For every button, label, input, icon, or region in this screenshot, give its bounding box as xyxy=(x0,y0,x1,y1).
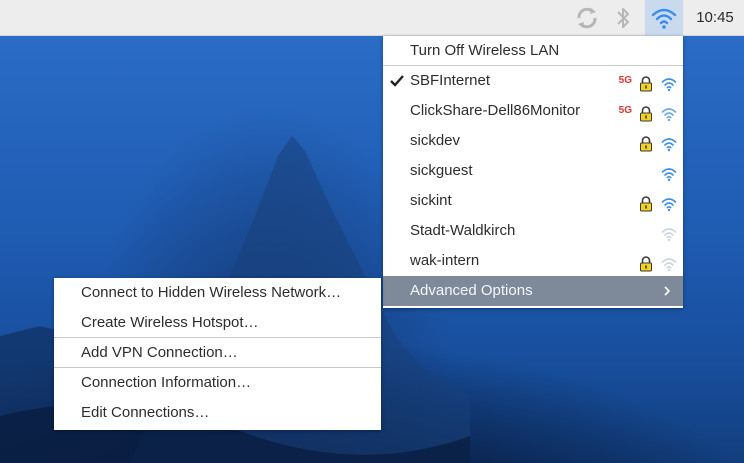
wifi-signal-icon xyxy=(661,103,677,122)
wifi-menu: Turn Off Wireless LAN SBFInternet 5G Click… xyxy=(383,36,683,308)
network-ssid: sickdev xyxy=(410,132,461,149)
lock-icon xyxy=(639,73,653,92)
menu-item-label: Connect to Hidden Wireless Network… xyxy=(81,284,342,301)
lock-icon xyxy=(639,193,653,212)
advanced-options-item[interactable]: Advanced Options xyxy=(383,276,683,306)
network-item[interactable]: SBFInternet 5G xyxy=(383,66,683,96)
network-item[interactable]: Stadt-Waldkirch xyxy=(383,216,683,246)
network-ssid: sickint xyxy=(410,192,452,209)
connect-hidden-network-item[interactable]: Connect to Hidden Wireless Network… xyxy=(54,278,381,308)
clock[interactable]: 10:45 xyxy=(686,0,744,36)
network-ssid: Stadt-Waldkirch xyxy=(410,222,516,239)
checkmark-icon xyxy=(389,66,405,96)
bluetooth-icon[interactable] xyxy=(608,0,638,36)
network-item[interactable]: wak-intern xyxy=(383,246,683,276)
wifi-signal-icon xyxy=(661,73,677,92)
menu-item-label: Connection Information… xyxy=(81,374,252,391)
wifi-signal-icon xyxy=(661,223,677,242)
create-hotspot-item[interactable]: Create Wireless Hotspot… xyxy=(54,308,381,338)
band-5g-badge: 5G xyxy=(618,105,632,116)
menu-item-label: Create Wireless Hotspot… xyxy=(81,314,259,331)
network-ssid: sickguest xyxy=(410,162,473,179)
wifi-signal-icon xyxy=(661,133,677,152)
advanced-options-submenu: Connect to Hidden Wireless Network… Crea… xyxy=(54,278,381,430)
network-item[interactable]: ClickShare-Dell86Monitor 5G xyxy=(383,96,683,126)
menu-item-label: Edit Connections… xyxy=(81,404,210,421)
turn-off-wlan-label: Turn Off Wireless LAN xyxy=(410,42,560,59)
network-ssid: SBFInternet xyxy=(410,72,491,89)
wifi-signal-icon xyxy=(661,193,677,212)
network-list: SBFInternet 5G ClickShare-Dell86Monitor 5G s… xyxy=(383,66,683,276)
network-item[interactable]: sickguest xyxy=(383,156,683,186)
wifi-icon[interactable] xyxy=(645,0,683,36)
top-panel: 10:45 xyxy=(0,0,744,36)
network-item[interactable]: sickint xyxy=(383,186,683,216)
add-vpn-connection-item[interactable]: Add VPN Connection… xyxy=(54,338,381,368)
sync-icon[interactable] xyxy=(568,0,606,36)
advanced-options-label: Advanced Options xyxy=(410,282,533,299)
network-item[interactable]: sickdev xyxy=(383,126,683,156)
lock-icon xyxy=(639,253,653,272)
network-ssid: ClickShare-Dell86Monitor xyxy=(410,102,581,119)
connection-information-item[interactable]: Connection Information… xyxy=(54,368,381,398)
wifi-signal-icon xyxy=(661,253,677,272)
wifi-signal-icon xyxy=(661,163,677,182)
band-5g-badge: 5G xyxy=(618,75,632,86)
chevron-right-icon xyxy=(663,276,671,306)
network-ssid: wak-intern xyxy=(410,252,480,269)
edit-connections-item[interactable]: Edit Connections… xyxy=(54,398,381,428)
menu-item-label: Add VPN Connection… xyxy=(81,344,238,361)
lock-icon xyxy=(639,133,653,152)
lock-icon xyxy=(639,103,653,122)
turn-off-wlan-item[interactable]: Turn Off Wireless LAN xyxy=(383,36,683,66)
